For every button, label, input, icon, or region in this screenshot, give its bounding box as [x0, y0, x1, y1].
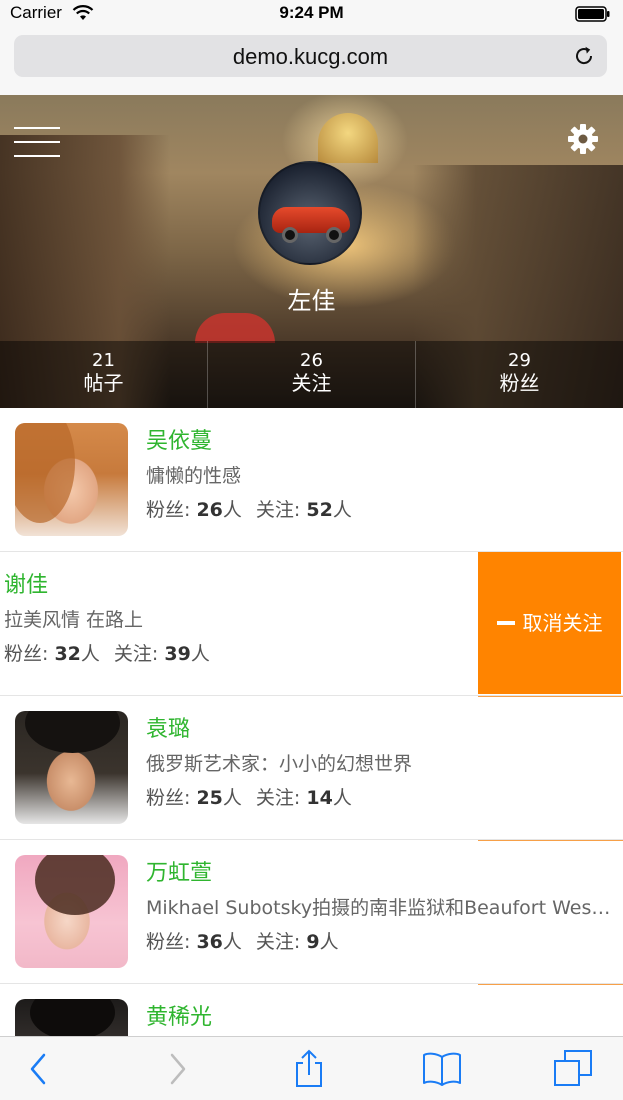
status-bar: Carrier 9:24 PM: [0, 0, 623, 28]
user-bio: 慵懒的性感: [146, 465, 242, 487]
fans-count: 36: [196, 931, 223, 953]
unit-label: 人: [190, 643, 210, 665]
avatar-hair: [15, 423, 75, 523]
following-label: 关注:: [255, 931, 301, 953]
stat-fans[interactable]: 29 粉丝: [416, 341, 623, 408]
stat-posts-label: 帖子: [83, 371, 124, 395]
avatar-hair: [30, 999, 115, 1036]
stat-posts[interactable]: 21 帖子: [0, 341, 207, 408]
fans-count: 26: [196, 499, 223, 521]
unfollow-label: 取消关注: [522, 611, 603, 635]
avatar-wheel: [282, 227, 298, 243]
user-info: 袁璐 俄罗斯艺术家：小小的幻想世界 粉丝: 25人 关注: 14人: [146, 714, 615, 814]
list-item[interactable]: 袁璐 俄罗斯艺术家：小小的幻想世界 粉丝: 25人 关注: 14人: [0, 696, 623, 840]
user-name[interactable]: 黄稀光: [146, 1002, 615, 1034]
user-info: 黄稀光: [146, 1002, 615, 1034]
list-item[interactable]: 吴依蔓 慵懒的性感 粉丝: 26人 关注: 52人: [0, 408, 623, 552]
following-count: 14: [306, 787, 333, 809]
following-list: 吴依蔓 慵懒的性感 粉丝: 26人 关注: 52人 谢佳 拉美风情 在路上 粉丝:…: [0, 408, 623, 1036]
fans-label: 粉丝:: [146, 499, 191, 521]
url-text: demo.kucg.com: [232, 44, 389, 69]
profile-avatar[interactable]: [258, 161, 362, 265]
tabs-icon[interactable]: [553, 1049, 593, 1089]
user-avatar[interactable]: [15, 855, 128, 968]
unit-label: 人: [222, 787, 242, 809]
user-stats: 粉丝: 25人 关注: 14人: [146, 782, 615, 814]
following-label: 关注:: [255, 787, 301, 809]
fans-label: 粉丝:: [146, 931, 191, 953]
profile-header: 左佳 21 帖子 26 关注 29 粉丝: [0, 95, 623, 408]
reload-icon[interactable]: [573, 45, 595, 67]
user-name[interactable]: 万虹萱: [146, 858, 615, 890]
user-stats: 粉丝: 26人 关注: 52人: [146, 494, 615, 526]
user-name[interactable]: 袁璐: [146, 714, 615, 746]
list-item[interactable]: 黄稀光: [0, 984, 623, 1036]
fans-label: 粉丝:: [146, 787, 191, 809]
gear-icon[interactable]: [567, 123, 599, 155]
list-item[interactable]: 谢佳 拉美风情 在路上 粉丝: 32人 关注: 39人 取消关注: [0, 552, 623, 696]
address-bar[interactable]: demo.kucg.com: [14, 35, 607, 77]
background-dome: [318, 113, 378, 163]
user-stats: 粉丝: 36人 关注: 9人: [146, 926, 615, 958]
user-bio: Mikhael Subotsky拍摄的南非监狱和Beaufort West小镇: [146, 897, 615, 919]
bookmarks-icon[interactable]: [422, 1049, 462, 1089]
browser-address-area: demo.kucg.com: [0, 28, 623, 95]
unit-label: 人: [319, 931, 339, 953]
unit-label: 人: [80, 643, 100, 665]
following-count: 39: [164, 643, 191, 665]
stat-following[interactable]: 26 关注: [208, 341, 415, 408]
clock: 9:24 PM: [279, 3, 344, 22]
row-accent-line: [478, 840, 623, 841]
row-accent-line: [478, 984, 623, 985]
minus-icon: [496, 621, 515, 625]
back-icon[interactable]: [20, 1049, 60, 1089]
stat-fans-label: 粉丝: [499, 371, 540, 395]
menu-icon[interactable]: [14, 125, 60, 159]
following-label: 关注:: [255, 499, 301, 521]
avatar-hair: [25, 711, 120, 753]
browser-toolbar: [0, 1036, 623, 1100]
unit-label: 人: [332, 499, 352, 521]
fans-count: 25: [196, 787, 223, 809]
profile-name: 左佳: [287, 287, 336, 315]
following-count: 52: [306, 499, 333, 521]
list-item[interactable]: 万虹萱 Mikhael Subotsky拍摄的南非监狱和Beaufort Wes…: [0, 840, 623, 984]
user-name[interactable]: 吴依蔓: [146, 426, 615, 458]
following-count: 9: [306, 931, 320, 953]
fans-label: 粉丝:: [4, 643, 49, 665]
user-info: 吴依蔓 慵懒的性感 粉丝: 26人 关注: 52人: [146, 426, 615, 526]
battery-icon: [575, 6, 610, 22]
following-label: 关注:: [113, 643, 159, 665]
unit-label: 人: [222, 931, 242, 953]
unfollow-button[interactable]: 取消关注: [478, 552, 621, 694]
user-info: 万虹萱 Mikhael Subotsky拍摄的南非监狱和Beaufort Wes…: [146, 858, 615, 958]
unit-label: 人: [222, 499, 242, 521]
stat-following-label: 关注: [291, 371, 332, 395]
user-avatar[interactable]: [15, 423, 128, 536]
profile-stats-bar: 21 帖子 26 关注 29 粉丝: [0, 341, 623, 408]
fans-count: 32: [54, 643, 81, 665]
background-umbrella: [195, 313, 275, 343]
user-avatar[interactable]: [15, 711, 128, 824]
user-bio: 俄罗斯艺术家：小小的幻想世界: [146, 753, 413, 775]
avatar-hair: [35, 855, 115, 915]
unit-label: 人: [332, 787, 352, 809]
stat-following-count: 26: [300, 350, 323, 371]
stat-fans-count: 29: [508, 350, 531, 371]
stat-posts-count: 21: [92, 350, 115, 371]
row-accent-line: [478, 696, 623, 697]
user-avatar[interactable]: [15, 999, 128, 1036]
avatar-wheel: [326, 227, 342, 243]
forward-icon: [170, 1053, 186, 1085]
share-icon[interactable]: [289, 1049, 329, 1089]
